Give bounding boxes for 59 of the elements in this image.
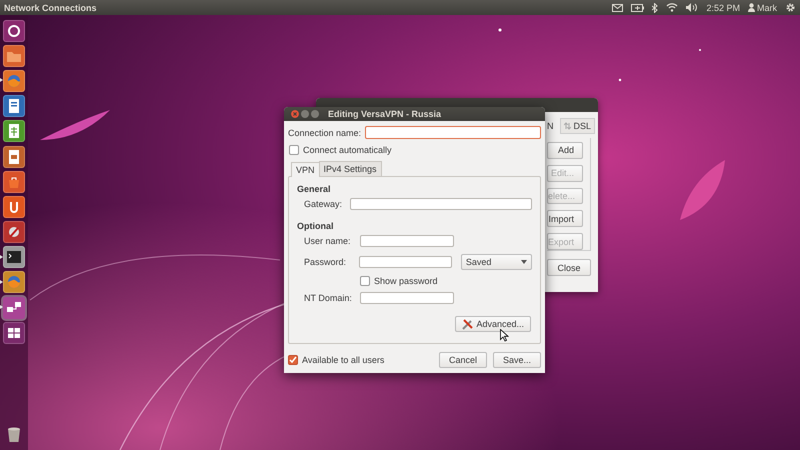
- user-name[interactable]: Mark: [757, 2, 777, 12]
- checkbox-label: Connect automatically: [303, 145, 392, 155]
- close-icon[interactable]: [291, 110, 299, 118]
- checkbox-label: Available to all users: [302, 355, 384, 365]
- advanced-button[interactable]: Advanced...: [455, 316, 531, 332]
- input-field[interactable]: [360, 292, 454, 304]
- button[interactable]: Add: [547, 142, 583, 159]
- launcher-icon[interactable]: [0, 194, 28, 220]
- launcher-icon[interactable]: [0, 68, 28, 94]
- input-field[interactable]: [350, 198, 532, 210]
- checkbox[interactable]: [289, 145, 299, 155]
- battery-icon[interactable]: [631, 4, 644, 12]
- launcher-icon[interactable]: [0, 220, 28, 245]
- input-field[interactable]: [364, 126, 541, 139]
- wifi-icon[interactable]: [666, 3, 678, 12]
- launcher-icon[interactable]: [0, 244, 28, 270]
- tab[interactable]: VPN: [291, 162, 320, 177]
- mail-icon[interactable]: [612, 4, 624, 12]
- tab[interactable]: N: [547, 118, 556, 134]
- caret-icon: [521, 260, 527, 264]
- app-title: Network Connections: [4, 2, 97, 12]
- user-icon: [748, 3, 755, 12]
- section-heading: General: [297, 184, 332, 194]
- dropdown[interactable]: Saved: [460, 254, 532, 270]
- bluetooth-icon[interactable]: [652, 2, 658, 12]
- field-label: Password:: [303, 257, 348, 267]
- transfer-icon: [564, 122, 570, 130]
- launcher-icon[interactable]: [0, 118, 28, 144]
- checkbox-label: Show password: [374, 276, 438, 286]
- launcher-icon[interactable]: [0, 320, 28, 346]
- launcher-icon[interactable]: [0, 18, 28, 44]
- dialog-button[interactable]: Save...: [493, 352, 541, 368]
- cursor-icon: [500, 329, 509, 342]
- maximize-icon[interactable]: [311, 110, 319, 118]
- field-label: Gateway:: [303, 199, 344, 209]
- launcher-icon[interactable]: [0, 295, 28, 320]
- launcher-icon[interactable]: [0, 43, 28, 68]
- tools-icon: [462, 318, 474, 330]
- checkbox[interactable]: [288, 355, 298, 365]
- input-field[interactable]: [360, 235, 454, 247]
- launcher-icon[interactable]: [0, 144, 28, 170]
- tab[interactable]: IPv4 Settings: [318, 161, 382, 176]
- launcher-icon[interactable]: [0, 270, 28, 296]
- clock[interactable]: 2:52 PM: [706, 2, 740, 12]
- settings-icon[interactable]: [785, 2, 796, 13]
- checkbox[interactable]: [360, 276, 370, 286]
- field-label: Connection name:: [288, 128, 362, 138]
- section-heading: Optional: [297, 221, 334, 231]
- volume-icon[interactable]: [686, 3, 698, 12]
- button[interactable]: Import: [547, 210, 583, 228]
- field-label: User name:: [303, 236, 352, 246]
- input-field[interactable]: [359, 256, 452, 268]
- tab[interactable]: DSL: [560, 118, 596, 134]
- close-button[interactable]: Close: [547, 259, 591, 276]
- field-label: NT Domain:: [303, 293, 353, 303]
- launcher-icon[interactable]: [0, 94, 28, 119]
- dialog-button[interactable]: Cancel: [439, 352, 487, 368]
- window-title: Editing VersaVPN - Russia: [328, 109, 442, 119]
- minimize-icon[interactable]: [301, 110, 309, 118]
